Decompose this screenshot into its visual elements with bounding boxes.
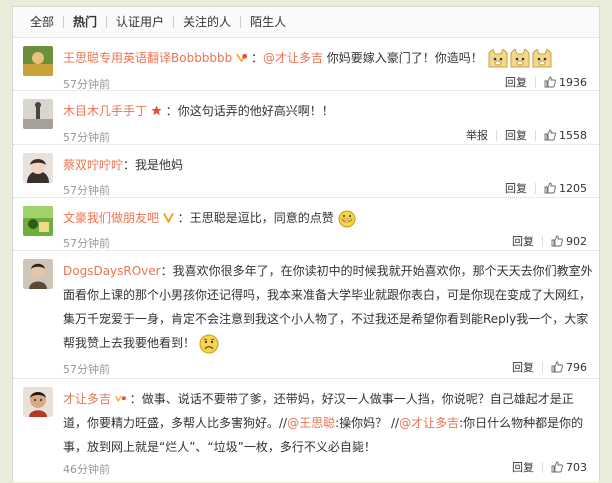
timestamp: 57分钟前 (63, 363, 110, 376)
grin-emoji-icon (338, 210, 356, 227)
thumbs-up-icon (544, 129, 556, 141)
reply-button[interactable]: 回复 (504, 461, 543, 473)
like-button[interactable]: 1558 (536, 129, 587, 141)
username-link[interactable]: 王思聪专用英语翻译Bobbbbbb (63, 51, 232, 65)
like-count: 902 (566, 234, 587, 248)
timestamp: 57分钟前 (63, 78, 110, 91)
reply-button[interactable]: 回复 (497, 129, 536, 141)
like-button[interactable]: 1205 (536, 182, 587, 194)
thumbs-up-icon (551, 361, 563, 373)
timestamp: 57分钟前 (63, 237, 110, 250)
tab-verified[interactable]: 认证用户 (107, 16, 175, 28)
comment-body: 文豪我们做朋友吧 ：王思聪是逗比，同意的点赞 (63, 206, 593, 230)
comment-item: 王思聪专用英语翻译Bobbbbbb ：@才让多吉 你妈要嫁入豪门了！你造吗！ 5… (13, 38, 599, 91)
thumbs-up-icon (551, 461, 563, 473)
reply-button[interactable]: 回复 (504, 235, 543, 247)
like-count: 796 (566, 360, 587, 374)
like-button[interactable]: 703 (543, 461, 587, 473)
comment-actions: 举报 回复 1558 (458, 129, 587, 141)
like-count: 703 (566, 460, 587, 474)
tab-strangers[interactable]: 陌生人 (241, 16, 295, 28)
report-button[interactable]: 举报 (458, 129, 497, 141)
username-link[interactable]: 蔡双咛咛咛 (63, 158, 123, 172)
like-count: 1558 (559, 128, 587, 142)
doge-emoji-icon (487, 48, 553, 67)
timestamp: 46分钟前 (63, 463, 110, 476)
tab-all[interactable]: 全部 (21, 16, 65, 28)
timestamp: 57分钟前 (63, 131, 110, 144)
reply-button[interactable]: 回复 (497, 76, 536, 88)
avatar[interactable] (23, 206, 53, 236)
reply-button[interactable]: 回复 (497, 182, 536, 194)
comment-item: 蔡双咛咛咛：我是他妈 57分钟前 回复 1205 (13, 145, 599, 198)
comments-panel: 全部 热门 认证用户 关注的人 陌生人 王思聪专用英语翻译Bobbbbbb ：@… (12, 6, 600, 482)
avatar[interactable] (23, 153, 53, 183)
thumbs-up-icon (551, 235, 563, 247)
comment-body: 木目木几手手丁 ：你这句话弄的他好高兴啊！！ (63, 104, 334, 118)
timestamp: 57分钟前 (63, 184, 110, 197)
comment-meta: 57分钟前 回复 796 (63, 361, 593, 379)
tab-following[interactable]: 关注的人 (174, 16, 242, 28)
comment-item: 木目木几手手丁 ：你这句话弄的他好高兴啊！！ 57分钟前 举报 回复 1558 (13, 91, 599, 145)
star-icon (151, 104, 166, 118)
avatar[interactable] (23, 46, 53, 76)
comment-actions: 回复 902 (504, 235, 587, 247)
mention-link[interactable]: @王思聪 (287, 416, 335, 430)
comment-body: 才让多吉 ：做事、说话不要带了爹，还带妈，好汉一人做事一人挡，你说呢？自己雄起才… (63, 392, 584, 454)
username-link[interactable]: DogsDaysROver (63, 264, 161, 278)
thumbs-up-icon (544, 76, 556, 88)
comment-item: 才让多吉 ：做事、说话不要带了爹，还带妈，好汉一人做事一人挡，你说呢？自己雄起才… (13, 379, 599, 483)
mention-link[interactable]: @才让多吉 (399, 416, 459, 430)
vip-icon (114, 392, 130, 406)
username-link[interactable]: 木目木几手手丁 (63, 104, 147, 118)
like-button[interactable]: 902 (543, 235, 587, 247)
comment-body: 王思聪专用英语翻译Bobbbbbb ：@才让多吉 你妈要嫁入豪门了！你造吗！ (63, 46, 593, 70)
like-count: 1205 (559, 181, 587, 195)
comment-body: DogsDaysROver：我喜欢你很多年了，在你读初中的时候我就开始喜欢你，那… (63, 259, 593, 355)
username-link[interactable]: 文豪我们做朋友吧 (63, 211, 159, 225)
like-button[interactable]: 796 (543, 361, 587, 373)
username-link[interactable]: 才让多吉 (63, 392, 111, 406)
comment-actions: 回复 703 (504, 461, 587, 473)
like-button[interactable]: 1936 (536, 76, 587, 88)
comment-body: 蔡双咛咛咛：我是他妈 (63, 158, 184, 172)
vip-icon (236, 51, 251, 65)
comment-filter-tabs: 全部 热门 认证用户 关注的人 陌生人 (13, 7, 599, 38)
comment-item: 文豪我们做朋友吧 ：王思聪是逗比，同意的点赞 57分钟前 回复 902 (13, 198, 599, 251)
comment-meta: 46分钟前 回复 703 (63, 461, 593, 479)
avatar[interactable] (23, 259, 53, 289)
tab-hot[interactable]: 热门 (64, 16, 108, 28)
sad-emoji-icon (199, 334, 219, 353)
comment-actions: 回复 1205 (497, 182, 587, 194)
like-count: 1936 (559, 75, 587, 89)
avatar[interactable] (23, 99, 53, 129)
thumbs-up-icon (544, 182, 556, 194)
comment-actions: 回复 796 (504, 361, 587, 373)
comment-item: DogsDaysROver：我喜欢你很多年了，在你读初中的时候我就开始喜欢你，那… (13, 251, 599, 379)
avatar[interactable] (23, 387, 53, 417)
reply-button[interactable]: 回复 (504, 361, 543, 373)
vip-icon (162, 211, 178, 225)
comment-actions: 回复 1936 (497, 76, 587, 88)
mention-link[interactable]: @才让多吉 (263, 51, 323, 65)
